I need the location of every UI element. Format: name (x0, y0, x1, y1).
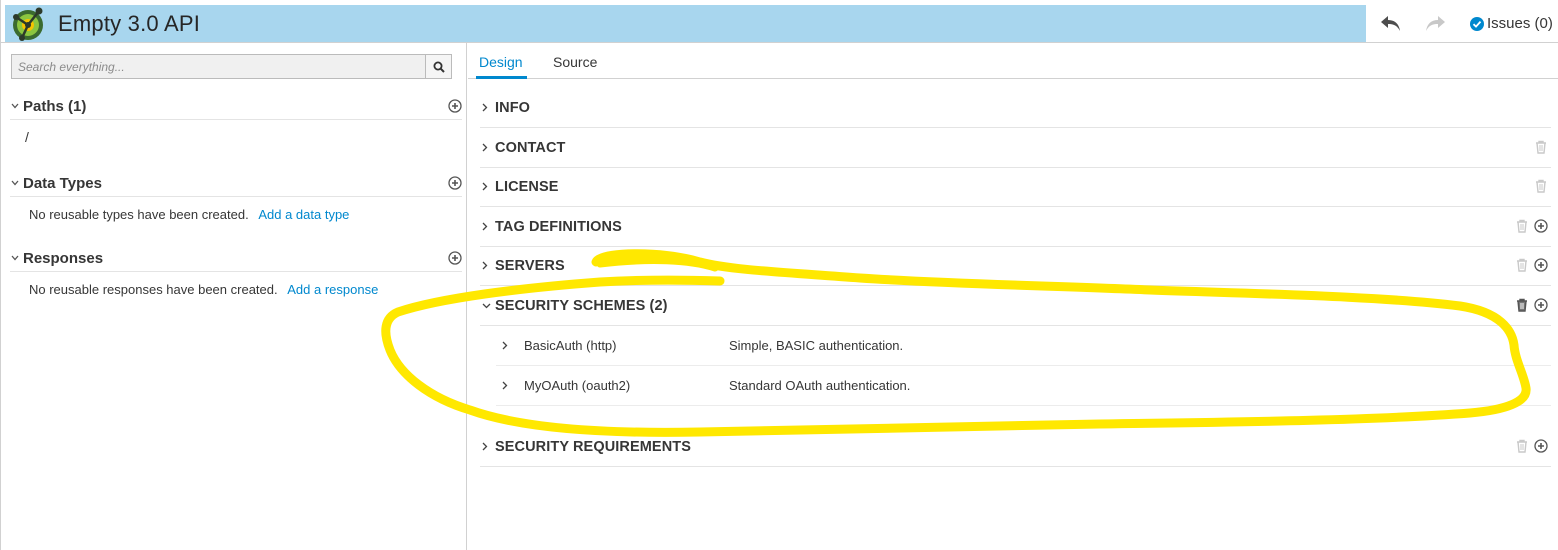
tag-definitions-title: TAG DEFINITIONS (495, 218, 622, 235)
chevron-right-icon (482, 442, 492, 451)
chevron-right-icon[interactable] (502, 341, 512, 350)
paths-title: Paths (1) (23, 97, 87, 115)
trash-icon[interactable] (1515, 219, 1529, 233)
security-requirements-title: SECURITY REQUIREMENTS (495, 438, 691, 455)
security-scheme-row[interactable]: MyOAuth (oauth2) Standard OAuth authenti… (496, 366, 1551, 406)
chevron-right-icon (482, 143, 492, 152)
data-types-header[interactable]: Data Types (10, 170, 462, 197)
path-list: / (10, 120, 462, 145)
add-data-type-icon[interactable] (448, 176, 462, 190)
add-response-link[interactable]: Add a response (287, 282, 378, 297)
chevron-right-icon (482, 182, 492, 191)
header-actions: Issues (0) (1366, 5, 1558, 42)
tab-source[interactable]: Source (553, 54, 597, 70)
paths-section: Paths (1) / (10, 93, 462, 145)
scheme-name: BasicAuth (http) (524, 338, 617, 353)
editor-tabs: Design Source (468, 43, 1558, 79)
data-types-section: Data Types No reusable types have been c… (10, 170, 462, 222)
responses-section: Responses No reusable responses have bee… (10, 245, 462, 297)
security-schemes-section[interactable]: SECURITY SCHEMES (2) (480, 286, 1551, 326)
license-actions (1534, 179, 1548, 193)
active-tab-indicator (476, 76, 527, 79)
paths-header[interactable]: Paths (1) (10, 93, 462, 120)
issues-button[interactable]: Issues (0) (1470, 15, 1553, 32)
plus-circle-icon[interactable] (1534, 258, 1548, 272)
responses-title: Responses (23, 249, 104, 267)
add-response-icon[interactable] (448, 251, 462, 265)
chevron-right-icon (482, 261, 492, 270)
trash-icon[interactable] (1515, 298, 1529, 312)
contact-title: CONTACT (495, 139, 566, 156)
chevron-right-icon[interactable] (502, 381, 512, 390)
tag-definitions-actions (1515, 219, 1548, 233)
servers-title: SERVERS (495, 257, 565, 274)
contact-actions (1534, 140, 1548, 154)
trash-icon[interactable] (1515, 258, 1529, 272)
chevron-right-icon (482, 222, 492, 231)
responses-header[interactable]: Responses (10, 245, 462, 272)
data-types-title: Data Types (23, 174, 102, 192)
trash-icon[interactable] (1534, 179, 1548, 193)
plus-circle-icon[interactable] (1534, 439, 1548, 453)
path-item[interactable]: / (25, 129, 29, 145)
search-button[interactable] (426, 54, 452, 79)
add-data-type-link[interactable]: Add a data type (258, 207, 349, 222)
api-title: Empty 3.0 API (58, 10, 201, 36)
license-title: LICENSE (495, 178, 559, 195)
chevron-right-icon (482, 103, 492, 112)
security-requirements-actions (1515, 439, 1548, 453)
plus-circle-icon[interactable] (1534, 298, 1548, 312)
undo-icon[interactable] (1378, 11, 1404, 37)
responses-empty-text: No reusable responses have been created. (29, 282, 278, 297)
scheme-description: Simple, BASIC authentication. (729, 338, 904, 353)
redo-icon[interactable] (1422, 11, 1448, 37)
trash-icon[interactable] (1515, 439, 1529, 453)
security-schemes-title: SECURITY SCHEMES (2) (495, 297, 668, 314)
search-icon (433, 61, 445, 73)
security-scheme-row[interactable]: BasicAuth (http) Simple, BASIC authentic… (496, 326, 1551, 366)
chevron-down-icon (10, 101, 20, 111)
chevron-down-icon (482, 303, 492, 309)
title-bar: Empty 3.0 API (5, 5, 1366, 42)
search-input[interactable] (11, 54, 426, 79)
tag-definitions-section[interactable]: TAG DEFINITIONS (480, 207, 1551, 247)
check-circle-icon (1470, 16, 1484, 31)
info-section[interactable]: INFO (480, 88, 1551, 128)
responses-empty: No reusable responses have been created.… (10, 272, 462, 297)
data-types-empty-text: No reusable types have been created. (29, 207, 249, 222)
security-schemes-actions (1515, 298, 1548, 312)
add-path-icon[interactable] (448, 99, 462, 113)
trash-icon[interactable] (1534, 140, 1548, 154)
issues-label: Issues (0) (1487, 15, 1553, 32)
left-panel: Paths (1) / Data Types No reusable types… (1, 43, 467, 550)
servers-section[interactable]: SERVERS (480, 246, 1551, 286)
contact-section[interactable]: CONTACT (480, 128, 1551, 168)
chevron-down-icon (10, 253, 20, 263)
scheme-description: Standard OAuth authentication. (729, 378, 911, 393)
search-box (11, 54, 452, 79)
tab-design[interactable]: Design (479, 54, 523, 70)
license-section[interactable]: LICENSE (480, 167, 1551, 207)
scheme-name: MyOAuth (oauth2) (524, 378, 631, 393)
apicurio-logo (13, 7, 43, 41)
data-types-empty: No reusable types have been created. Add… (10, 197, 462, 222)
info-title: INFO (495, 99, 531, 116)
chevron-down-icon (10, 178, 20, 188)
plus-circle-icon[interactable] (1534, 219, 1548, 233)
servers-actions (1515, 258, 1548, 272)
security-requirements-section[interactable]: SECURITY REQUIREMENTS (480, 427, 1551, 467)
